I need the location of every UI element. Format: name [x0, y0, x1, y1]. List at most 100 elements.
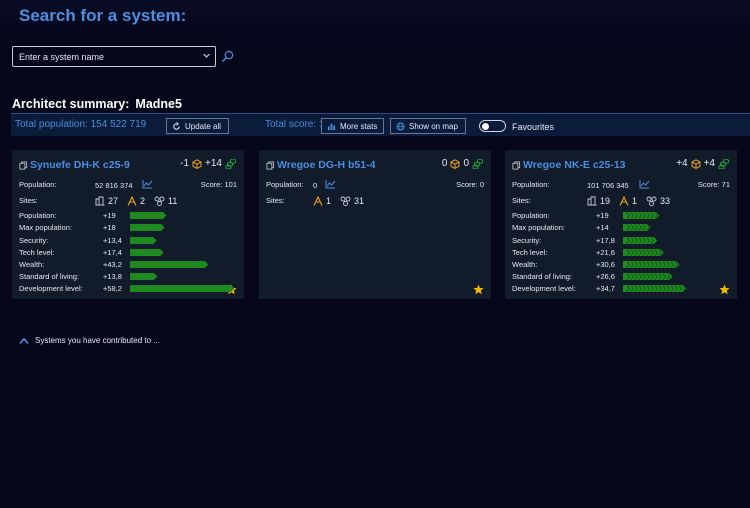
population-value: 0: [313, 181, 318, 190]
stat-value: +30,6: [596, 260, 615, 269]
sites-count-b: 1: [326, 196, 332, 206]
chart-line-icon[interactable]: [142, 179, 153, 189]
delta-primary: +4: [676, 158, 688, 169]
stat-label: Security:: [512, 236, 542, 245]
system-name: Wregoe NK-E c25-13: [523, 159, 626, 171]
chart-line-icon[interactable]: [325, 179, 336, 189]
system-link[interactable]: Wregoe NK-E c25-13: [512, 159, 626, 171]
sites-label: Sites:: [512, 196, 531, 205]
system-name: Wregoe DG-H b51-4: [277, 159, 376, 171]
sites-count-a: 19: [600, 196, 611, 206]
system-link[interactable]: Synuefe DH-K c25-9: [19, 159, 130, 171]
system-search-combobox[interactable]: [12, 46, 216, 67]
stat-bar: [130, 212, 167, 219]
contributed-toggle[interactable]: Systems you have contributed to ...: [19, 336, 160, 345]
delta-primary: -1: [180, 158, 190, 169]
system-score: Score: 71: [697, 180, 730, 189]
stat-label: Tech level:: [512, 248, 548, 257]
favourites-label: Favourites: [512, 122, 555, 132]
stat-label: Development level:: [19, 284, 83, 293]
chart-line-icon[interactable]: [639, 179, 650, 189]
stat-label: Wealth:: [19, 260, 45, 269]
stat-value: +21,6: [596, 248, 615, 257]
globe-icon: [396, 121, 405, 131]
sites-counts: 19 1 33: [587, 196, 670, 206]
sites-counts: 1 31: [313, 196, 364, 206]
more-stats-label: More stats: [340, 121, 378, 131]
total-population: Total population: 154 522 719: [15, 119, 147, 130]
update-all-button[interactable]: Update all: [166, 118, 229, 134]
star-icon[interactable]: [719, 284, 730, 295]
copy-icon[interactable]: [512, 160, 521, 170]
stat-label: Population:: [19, 211, 57, 220]
stat-label: Population:: [512, 211, 550, 220]
stat-bar: [130, 285, 235, 292]
system-search-input[interactable]: [13, 47, 193, 66]
stat-bar: [623, 261, 680, 268]
stat-value: +34,7: [596, 284, 615, 293]
update-all-label: Update all: [185, 121, 222, 131]
stat-value: +58,2: [103, 284, 122, 293]
stat-label: Max population:: [512, 223, 565, 232]
stat-bar: [130, 224, 165, 231]
summary-title: Architect summary:: [12, 97, 130, 111]
system-card: Synuefe DH-K c25-9 -1 +14 Population: 52…: [12, 150, 244, 299]
sites-count-c: 31: [354, 196, 365, 206]
system-link[interactable]: Wregoe DG-H b51-4: [266, 159, 375, 171]
population-label: Population:: [266, 180, 304, 189]
a-frame-icon: [619, 196, 629, 206]
population-label: Population:: [512, 180, 550, 189]
stat-value: +13,4: [103, 236, 122, 245]
stat-bar: [623, 273, 673, 280]
delta-secondary: +4: [703, 158, 715, 169]
sites-count-a: 27: [108, 196, 119, 206]
stat-value: +18: [103, 223, 116, 232]
a-frame-icon: [127, 196, 137, 206]
system-card: Wregoe NK-E c25-13 +4 +4 Population: 101…: [505, 150, 737, 299]
cube-icon: [192, 158, 202, 169]
stat-bar: [623, 285, 687, 292]
system-name: Synuefe DH-K c25-9: [30, 159, 130, 171]
stat-value: +14: [596, 223, 609, 232]
stat-value: +43,2: [103, 260, 122, 269]
stat-label: Tech level:: [19, 248, 55, 257]
stat-bar: [130, 237, 157, 244]
architect-name: Madne5: [135, 97, 182, 111]
score-deltas: +4 +4: [676, 158, 729, 169]
system-card: Wregoe DG-H b51-4 0 0 Population: 0 Scor…: [259, 150, 491, 299]
copy-icon[interactable]: [19, 160, 28, 170]
copy-icon[interactable]: [266, 160, 275, 170]
stat-bar: [130, 249, 164, 256]
refresh-icon: [173, 121, 180, 130]
score-deltas: -1 +14: [180, 158, 236, 169]
search-icon[interactable]: [221, 50, 234, 63]
show-on-map-button[interactable]: Show on map: [390, 118, 466, 134]
stat-label: Standard of living:: [512, 272, 573, 281]
sites-label: Sites:: [19, 196, 38, 205]
a-frame-icon: [313, 196, 323, 206]
stat-bar: [130, 261, 209, 268]
chevron-down-icon[interactable]: [203, 52, 210, 59]
stat-value: +17,4: [103, 248, 122, 257]
show-on-map-label: Show on map: [409, 121, 458, 131]
star-icon[interactable]: [473, 284, 484, 295]
favourites-toggle[interactable]: [479, 120, 506, 132]
architect-summary-heading: Architect summary: Madne5: [12, 97, 182, 111]
stat-bar: [130, 273, 158, 280]
sites-count-b: 2: [140, 196, 146, 206]
stat-label: Development level:: [512, 284, 576, 293]
stat-label: Security:: [19, 236, 49, 245]
stat-value: +13,8: [103, 272, 122, 281]
more-stats-button[interactable]: More stats: [321, 118, 384, 134]
population-value: 101 706 345: [587, 181, 629, 190]
stat-bar: [623, 249, 664, 256]
stat-bar: [623, 224, 651, 231]
buildings-icon: [95, 196, 105, 206]
cluster-icon: [340, 196, 351, 206]
search-title: Search for a system:: [19, 6, 187, 25]
stat-value: +17,8: [596, 236, 615, 245]
score-deltas: 0 0: [442, 158, 483, 169]
stat-value: +26,6: [596, 272, 615, 281]
stat-value: +19: [596, 211, 609, 220]
stat-bar: [623, 212, 660, 219]
